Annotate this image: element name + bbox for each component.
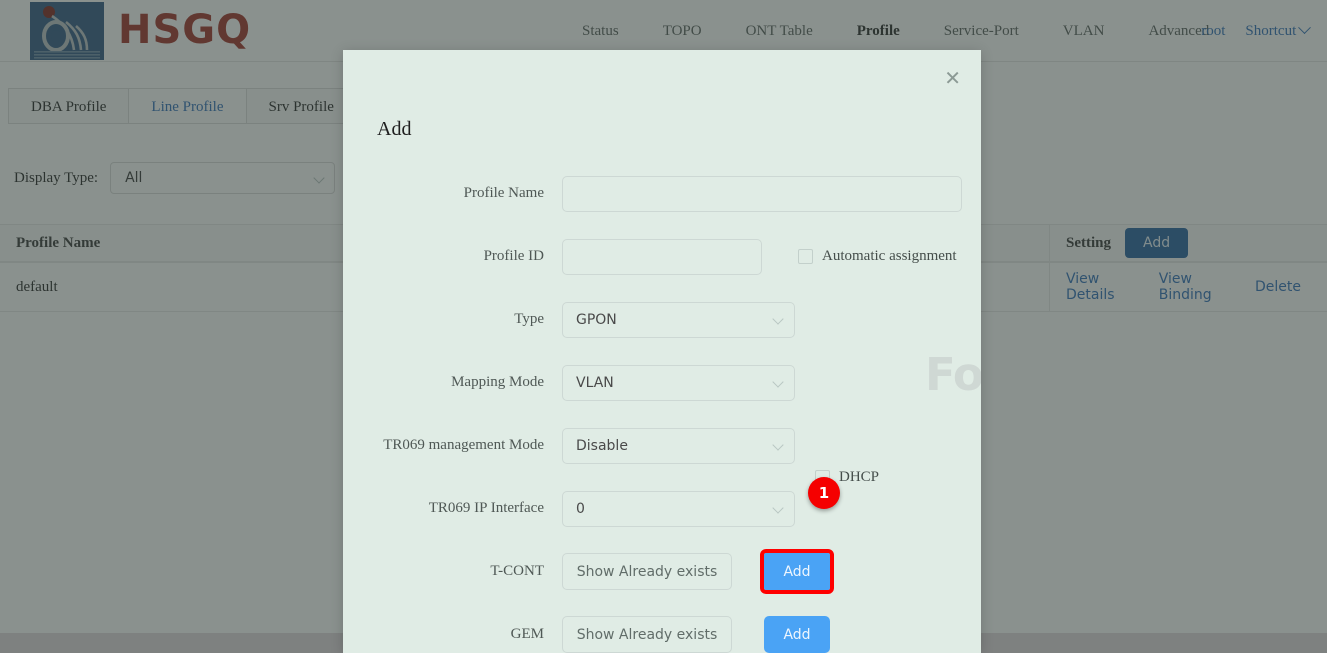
add-line-profile-dialog: Add ✕ ForoISP Profile Name Profile ID — [343, 50, 981, 653]
profile-id-input[interactable] — [562, 238, 762, 275]
label-tr069-management-mode: TR069 management Mode — [383, 437, 544, 453]
app-root: HSGQ Status TOPO ONT Table Profile Servi… — [0, 0, 1327, 653]
field-row-type: Type GPON — [343, 288, 981, 351]
add-profile-form: Profile Name Profile ID Automatic assign… — [343, 162, 981, 653]
tr069-management-mode-value: Disable — [576, 437, 628, 454]
field-row-profile-id: Profile ID Automatic assignment — [343, 225, 981, 288]
label-mapping-mode: Mapping Mode — [451, 374, 544, 390]
checkbox-icon — [798, 249, 813, 264]
label-tr069-ip-interface: TR069 IP Interface — [428, 500, 544, 516]
field-row-profile-name: Profile Name — [343, 162, 981, 225]
type-value: GPON — [576, 311, 617, 328]
label-profile-name: Profile Name — [463, 185, 544, 201]
mapping-mode-value: VLAN — [576, 374, 614, 391]
tcont-show-existing-button[interactable]: Show Already exists — [562, 553, 732, 590]
tcont-add-button[interactable]: Add — [760, 549, 834, 594]
field-row-tr069-management-mode: TR069 management Mode Disable — [343, 414, 981, 477]
field-row-mapping-mode: Mapping Mode VLAN — [343, 351, 981, 414]
chevron-down-icon — [772, 312, 784, 325]
chevron-down-icon — [772, 501, 784, 514]
label-tcont: T-CONT — [490, 563, 544, 579]
gem-show-existing-button[interactable]: Show Already exists — [562, 616, 732, 653]
close-icon[interactable]: ✕ — [944, 68, 961, 88]
profile-name-input[interactable] — [562, 175, 962, 212]
dhcp-label: DHCP — [839, 468, 880, 485]
automatic-assignment-label: Automatic assignment — [822, 248, 957, 264]
chevron-down-icon — [772, 438, 784, 451]
dialog-title: Add — [377, 118, 412, 140]
label-profile-id: Profile ID — [483, 248, 544, 264]
automatic-assignment-checkbox[interactable]: Automatic assignment — [798, 248, 957, 265]
field-row-tcont: T-CONT Show Already exists Add — [343, 540, 981, 603]
tr069-ip-interface-select[interactable]: 0 — [562, 490, 795, 527]
mapping-mode-select[interactable]: VLAN — [562, 364, 795, 401]
tr069-management-mode-select[interactable]: Disable — [562, 427, 795, 464]
annotation-step-badge: 1 — [808, 477, 840, 509]
gem-add-button[interactable]: Add — [764, 616, 830, 653]
chevron-down-icon — [772, 375, 784, 388]
type-select[interactable]: GPON — [562, 301, 795, 338]
field-row-gem: GEM Show Already exists Add — [343, 603, 981, 653]
tr069-ip-interface-value: 0 — [576, 500, 585, 517]
label-type: Type — [514, 311, 544, 327]
label-gem: GEM — [510, 626, 544, 642]
field-row-tr069-ip-interface: TR069 IP Interface 0 — [343, 477, 981, 540]
